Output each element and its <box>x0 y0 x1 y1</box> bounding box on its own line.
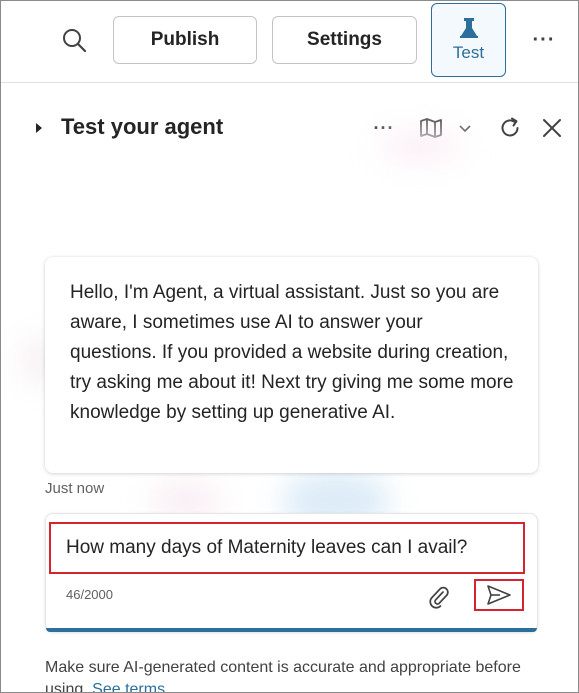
see-terms-link[interactable]: See terms <box>92 681 165 692</box>
test-button-label: Test <box>452 43 485 62</box>
test-agent-window: Publish Settings Test ··· Test your agen… <box>0 0 579 693</box>
background-glow <box>381 131 461 161</box>
ai-disclaimer: Make sure AI-generated content is accura… <box>45 657 545 692</box>
paperclip-icon <box>429 586 449 609</box>
search-icon <box>63 29 87 53</box>
message-input[interactable] <box>49 522 525 574</box>
close-icon <box>543 119 561 137</box>
bot-message-bubble: Hello, I'm Agent, a virtual assistant. J… <box>45 257 538 473</box>
bot-message-text: Hello, I'm Agent, a virtual assistant. J… <box>70 282 514 423</box>
message-composer: 46/2000 <box>45 513 538 632</box>
composer-accent-bar <box>46 628 537 632</box>
map-dropdown-button[interactable] <box>455 113 475 143</box>
send-icon <box>487 585 511 605</box>
test-button[interactable]: Test <box>431 3 506 77</box>
chevron-down-icon <box>459 125 471 133</box>
search-button[interactable] <box>57 23 91 57</box>
refresh-button[interactable] <box>495 113 525 143</box>
character-count: 46/2000 <box>66 587 113 602</box>
caret-right-icon[interactable] <box>34 121 44 135</box>
more-options-button[interactable]: ··· <box>528 25 560 55</box>
close-button[interactable] <box>537 113 567 143</box>
attach-button[interactable] <box>425 583 453 611</box>
flask-icon <box>459 18 478 38</box>
send-button[interactable] <box>474 579 524 611</box>
panel-title: Test your agent <box>61 114 224 139</box>
message-timestamp: Just now <box>45 480 105 497</box>
publish-button[interactable]: Publish <box>113 16 257 64</box>
panel-header: Test your agent ··· <box>1 101 578 155</box>
top-toolbar: Publish Settings Test ··· <box>1 1 578 83</box>
refresh-icon <box>501 117 519 137</box>
settings-button[interactable]: Settings <box>272 16 417 64</box>
